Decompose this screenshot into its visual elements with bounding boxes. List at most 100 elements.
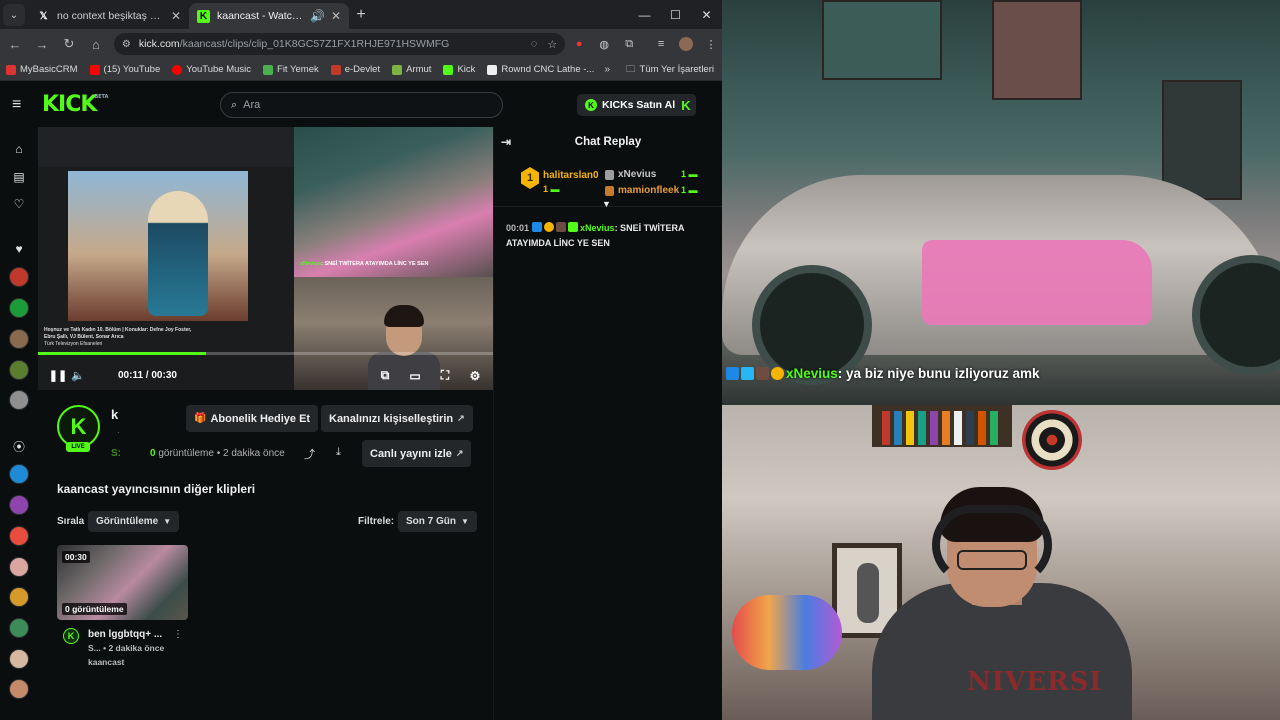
close-icon[interactable]: ✕ xyxy=(171,9,181,23)
close-window-icon[interactable]: ✕ xyxy=(691,0,722,29)
bookmarks-overflow-icon[interactable]: » xyxy=(604,64,610,75)
eye-off-icon[interactable]: ◌ xyxy=(531,38,538,50)
video-right-controls: ⧉ ▭ ⛶ ⚙ xyxy=(375,368,485,383)
volume-icon[interactable]: 🔈 xyxy=(68,369,88,382)
menu-icon[interactable]: ≡ xyxy=(12,96,34,114)
url-host: kick.com xyxy=(138,38,180,50)
close-icon[interactable]: ✕ xyxy=(331,9,341,23)
bookmark-label: Kick xyxy=(457,64,476,75)
tab-kick[interactable]: K kaancast - Watch clips on K 🔊 ✕ xyxy=(189,3,349,29)
url-field[interactable]: ⚙ kick.com/kaancast/clips/clip_01K8GC57Z… xyxy=(113,33,566,55)
bookmark-e-devlet[interactable]: e-Devlet xyxy=(330,64,380,75)
customize-label: Kanalınızı kişiselleştirin xyxy=(329,412,454,425)
user-avatar[interactable]: K xyxy=(676,94,696,116)
theater-icon[interactable]: ▭ xyxy=(405,368,425,383)
chat-username[interactable]: xNevius xyxy=(580,223,615,233)
bookmark-mybasiccrm[interactable]: MyBasicCRM xyxy=(6,64,78,75)
clip-card-thumbnail[interactable]: 00:30 0 görüntüleme xyxy=(57,545,188,620)
settings-icon[interactable]: ⚙ xyxy=(465,368,485,383)
channel-avatar[interactable] xyxy=(9,390,29,410)
live-broadcast-icon: ⦿ xyxy=(12,439,25,454)
gifter-name[interactable]: xNevius xyxy=(618,169,656,180)
video-progress-bar[interactable] xyxy=(38,352,493,355)
channel-avatar[interactable] xyxy=(9,298,29,318)
pause-icon[interactable]: ❚❚ xyxy=(48,369,68,382)
channel-avatar[interactable] xyxy=(9,587,29,607)
channel-avatar[interactable] xyxy=(9,464,29,484)
clip-card-channel[interactable]: kaancast xyxy=(88,657,124,667)
download-icon[interactable]: ⤓ xyxy=(336,446,341,459)
minimize-icon[interactable]: — xyxy=(629,0,660,29)
bookmark-youtube[interactable]: (15) YouTube xyxy=(89,64,160,75)
bookmark-fit-yemek[interactable]: Fit Yemek xyxy=(263,64,319,75)
channel-avatar[interactable] xyxy=(9,679,29,699)
maximize-icon[interactable]: ☐ xyxy=(660,0,691,29)
e-devlet-icon xyxy=(330,64,341,75)
tab-x[interactable]: 𝕏 no context beşiktaş on X: "kaç p ✕ xyxy=(29,3,189,29)
speaker-icon[interactable]: 🔊 xyxy=(310,9,325,23)
site-info-icon[interactable]: ⚙ xyxy=(122,39,131,50)
extension-red-icon[interactable]: ● xyxy=(568,33,590,55)
home-icon[interactable]: ⌂ xyxy=(9,139,29,159)
customize-channel-button[interactable]: Kanalınızı kişiselleştirin ↗ xyxy=(321,405,473,432)
top-gifter-name[interactable]: halitarslan0 xyxy=(543,170,599,181)
bookmark-label: Rownd CNC Lathe -... xyxy=(501,64,595,75)
filter-select[interactable]: Son 7 Gün ▼ xyxy=(398,511,477,532)
watch-live-button[interactable]: Canlı yayını izle ↗ xyxy=(362,440,472,467)
gold-badge-icon xyxy=(544,222,555,232)
collapse-chat-icon[interactable]: ⇥ xyxy=(501,135,511,149)
reload-icon[interactable]: ↻ xyxy=(57,32,81,56)
browser-menu-icon[interactable]: ⋮ xyxy=(700,33,722,55)
following-heart-icon[interactable]: ♡ xyxy=(9,194,29,214)
channel-avatar[interactable] xyxy=(9,557,29,577)
search-input[interactable]: ⌕ Ara xyxy=(220,92,503,118)
game-door xyxy=(1162,80,1242,200)
extensions-puzzle-icon[interactable]: ⧉ xyxy=(618,33,640,55)
clip-views: 0 görüntüleme • 2 dakika önce xyxy=(150,448,285,459)
channel-avatar[interactable] xyxy=(9,329,29,349)
channel-avatar[interactable] xyxy=(9,618,29,638)
bookmark-rownd[interactable]: Rownd CNC Lathe -... xyxy=(487,64,594,75)
channel-avatar[interactable] xyxy=(9,649,29,669)
followed-heart-icon: ♥ xyxy=(15,242,23,256)
top-gifter-count: 1 ▬ xyxy=(543,184,560,194)
bronze-badge-icon xyxy=(605,186,614,196)
gift-subscription-button[interactable]: 🎁 Abonelik Hediye Et xyxy=(186,405,319,432)
buy-kicks-button[interactable]: K KICKs Satın Al xyxy=(577,94,684,116)
new-tab-button[interactable]: + xyxy=(349,3,373,27)
bookmark-youtube-music[interactable]: YouTube Music xyxy=(172,64,251,75)
sort-value: Görüntüleme xyxy=(96,516,159,527)
all-bookmarks[interactable]: 🗀 Tüm Yer İşaretleri xyxy=(626,62,714,78)
clip-card-avatar[interactable]: K xyxy=(63,628,79,644)
tab-search-button[interactable]: ⌄ xyxy=(3,4,25,26)
channel-avatar[interactable] xyxy=(9,267,29,287)
gifter-name[interactable]: mamionfleek xyxy=(618,185,679,196)
back-icon[interactable]: ← xyxy=(3,32,27,56)
kick-logo[interactable]: KICK BETA xyxy=(42,92,108,117)
more-options-icon[interactable]: ⋮ xyxy=(173,629,183,640)
video-performer xyxy=(148,191,208,316)
gifter-count-value: 1 xyxy=(681,169,687,179)
channel-avatar[interactable] xyxy=(9,360,29,380)
bookmark-armut[interactable]: Armut xyxy=(392,64,431,75)
browse-icon[interactable]: ▤ xyxy=(9,167,29,187)
star-icon[interactable]: ☆ xyxy=(547,38,557,51)
clip-card-title[interactable]: ben lggbtqq+ ... xyxy=(88,629,162,640)
fullscreen-icon[interactable]: ⛶ xyxy=(435,368,455,383)
extension-circle-icon[interactable]: ◍ xyxy=(593,33,615,55)
sort-select[interactable]: Görüntüleme ▼ xyxy=(88,511,180,532)
streamer-name[interactable]: S: xyxy=(111,448,121,459)
clip-video-player[interactable]: Hoşnuz ve Tatlı Kadın 10. Bölüm | Konukl… xyxy=(38,127,493,390)
channel-avatar[interactable] xyxy=(9,495,29,515)
profile-avatar[interactable] xyxy=(675,33,697,55)
bookmark-kick[interactable]: Kick xyxy=(443,64,475,75)
forward-icon[interactable]: → xyxy=(30,32,54,56)
media-controls-icon[interactable]: ≡ xyxy=(650,33,672,55)
kick-badge-icon xyxy=(556,222,567,232)
game-window xyxy=(822,0,942,80)
expand-gifters-icon[interactable]: ▼ xyxy=(602,199,611,209)
channel-avatar[interactable] xyxy=(9,526,29,546)
pip-icon[interactable]: ⧉ xyxy=(375,368,395,383)
home-icon[interactable]: ⌂ xyxy=(84,32,108,56)
share-icon[interactable]: ⤴ xyxy=(304,446,315,462)
